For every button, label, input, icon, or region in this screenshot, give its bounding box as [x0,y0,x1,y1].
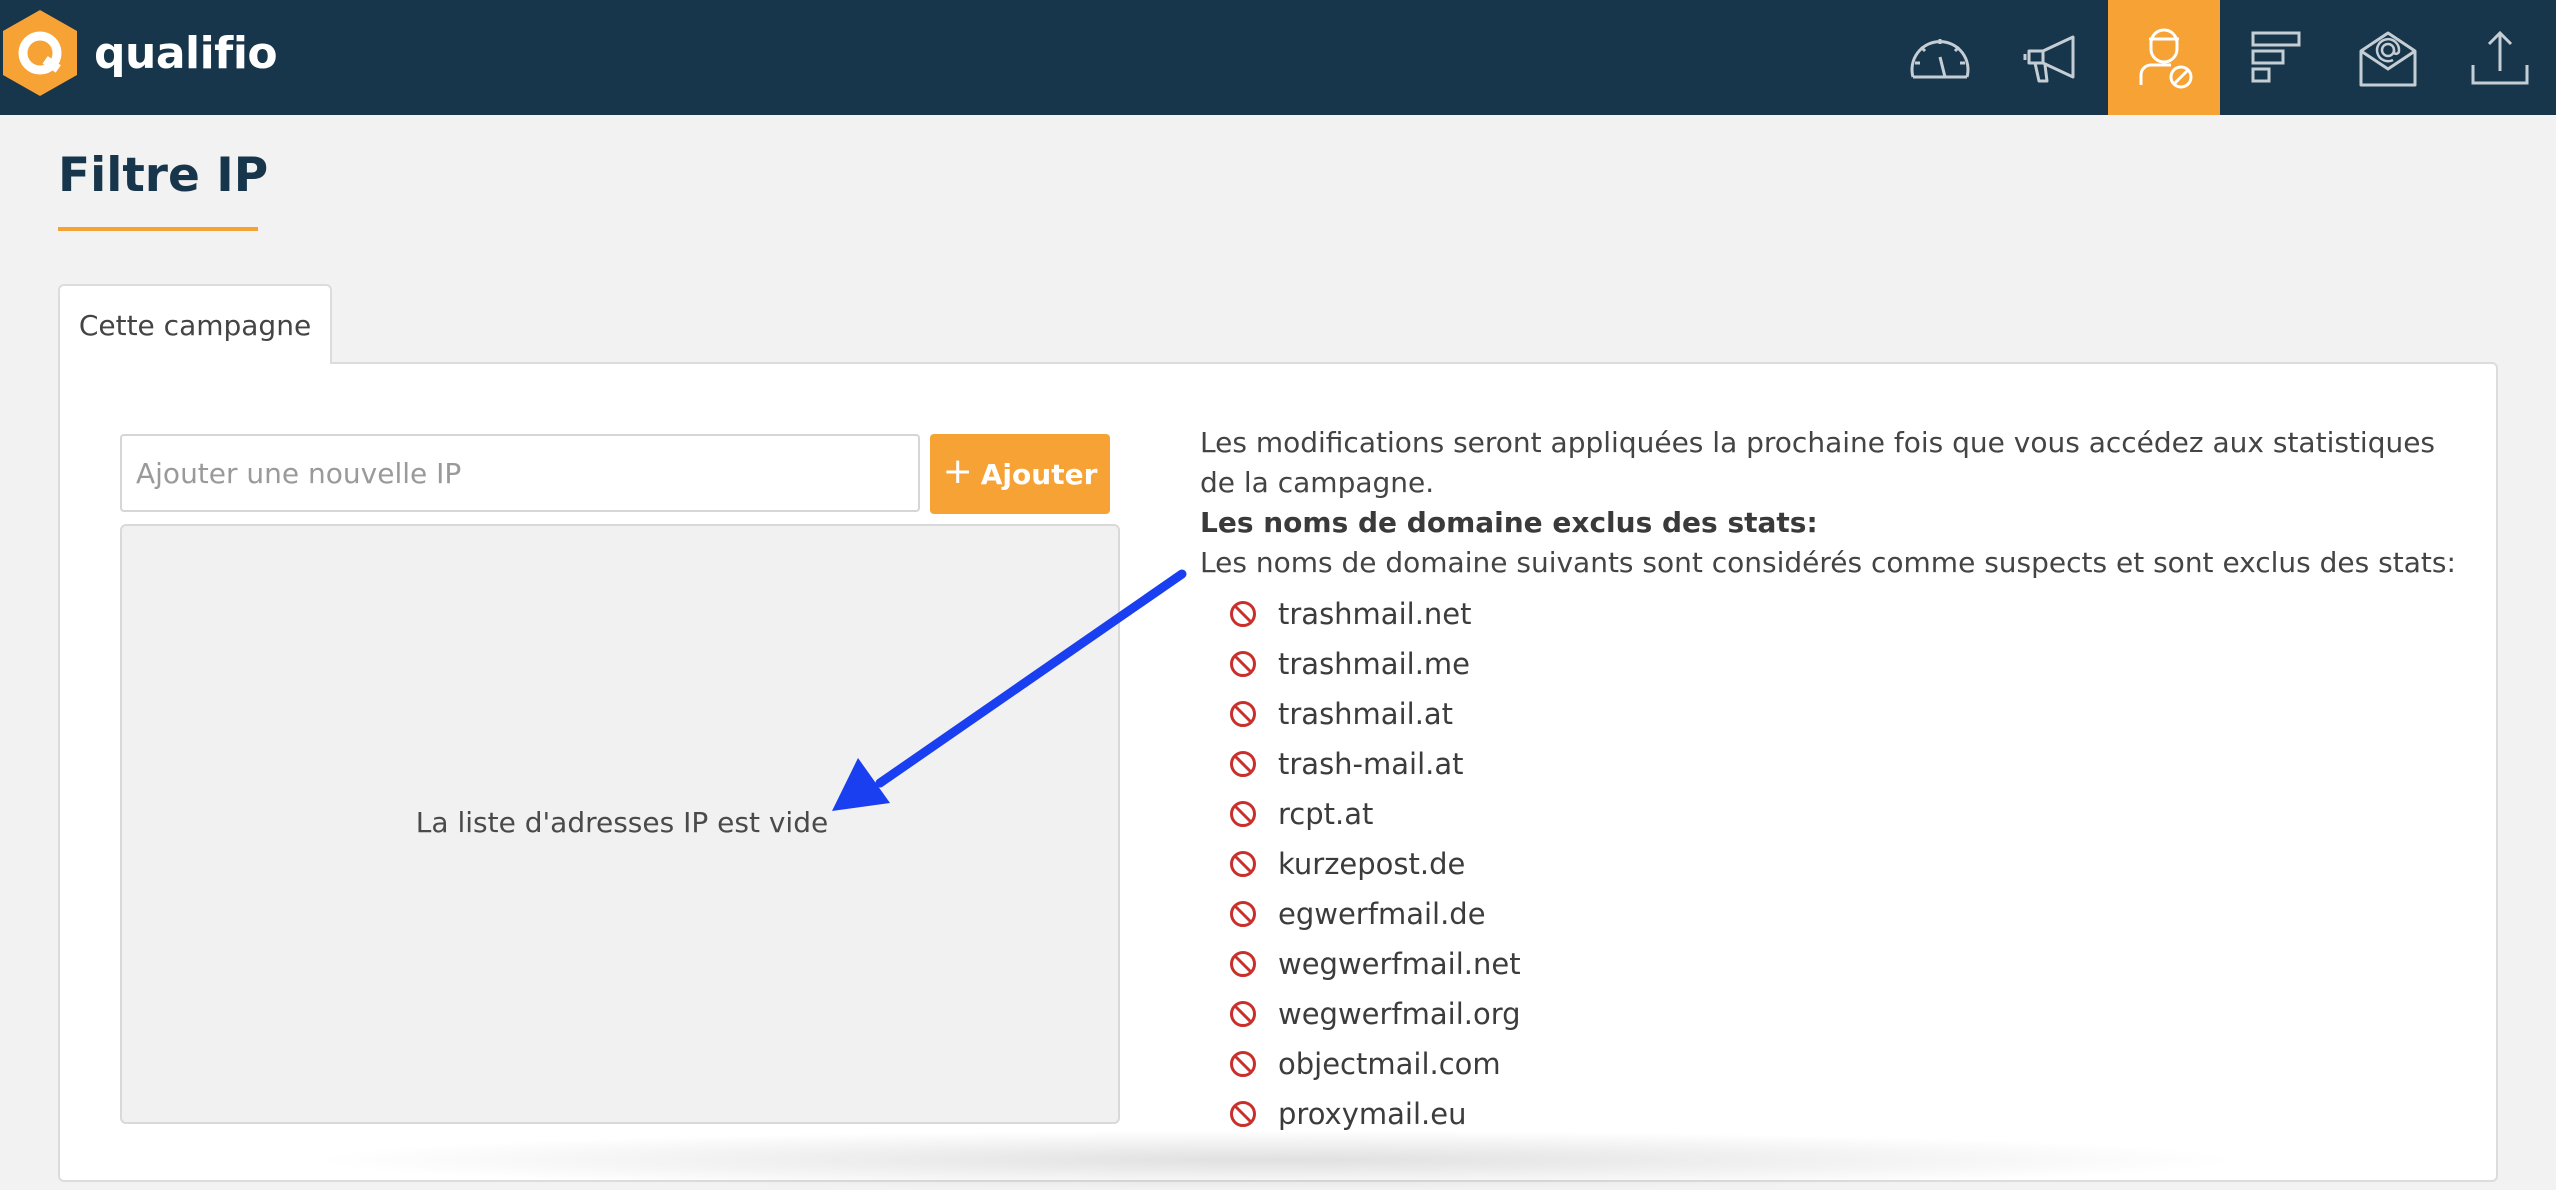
nav-email-button[interactable] [2332,0,2444,115]
excluded-domains-intro: Les noms de domaine suivants sont consid… [1200,546,2456,579]
ban-icon [1230,951,1256,977]
excluded-domain-item: objectmail.com [1200,1039,2460,1089]
excluded-domains-heading: Les noms de domaine exclus des stats: [1200,506,1818,539]
ban-icon [1230,601,1256,627]
ban-icon [1230,851,1256,877]
excluded-domain-item: trashmail.at [1200,689,2460,739]
nav-campaign-button[interactable] [1996,0,2108,115]
add-ip-button-label: Ajouter [980,457,1098,491]
user-blocked-icon [2139,28,2193,88]
nav-export-button[interactable] [2444,0,2556,115]
megaphone-icon [2023,35,2075,82]
excluded-domain-name: egwerfmail.de [1278,897,1486,931]
main-nav [1884,0,2556,115]
ip-list-empty-message: La liste d'adresses IP est vide [415,806,829,839]
ban-icon [1230,1101,1256,1127]
bar-chart-horizontal-icon [2251,31,2301,82]
excluded-domain-item: rcpt.at [1200,789,2460,839]
excluded-domain-name: rcpt.at [1278,797,1374,831]
email-icon [2359,31,2417,86]
excluded-domain-name: proxymail.eu [1278,1097,1467,1131]
excluded-domain-item: trashmail.me [1200,639,2460,689]
excluded-domain-name: kurzepost.de [1278,847,1466,881]
excluded-domain-name: objectmail.com [1278,1047,1501,1081]
excluded-domain-name: trashmail.me [1278,647,1470,681]
ban-icon [1230,1001,1256,1027]
tab-cette-campagne[interactable]: Cette campagne [58,284,332,364]
nav-ip-filter-button[interactable] [2108,0,2220,115]
bottom-shadow [300,1130,2250,1190]
upload-icon [2471,30,2529,84]
excluded-domain-item: wegwerfmail.net [1200,939,2460,989]
ip-list: La liste d'adresses IP est vide [120,524,1120,1124]
info-section: Les modifications seront appliquées la p… [1200,423,2460,1139]
excluded-domain-item: egwerfmail.de [1200,889,2460,939]
add-ip-button[interactable]: + Ajouter [930,434,1110,514]
speedometer-icon [1910,38,1970,78]
excluded-domain-item: trash-mail.at [1200,739,2460,789]
brand-name: qualifio [94,27,278,79]
excluded-domain-name: trash-mail.at [1278,747,1464,781]
plus-icon: + [942,451,973,492]
title-underline [58,227,258,231]
excluded-domain-item: wegwerfmail.org [1200,989,2460,1039]
new-ip-input[interactable] [120,434,920,512]
brand-logo[interactable]: qualifio [0,8,278,98]
excluded-domains-list: trashmail.net trashmail.me trashmail.at tra… [1200,589,2460,1139]
excluded-domain-item: trashmail.net [1200,589,2460,639]
excluded-domain-name: trashmail.at [1278,697,1454,731]
nav-reports-button[interactable] [2220,0,2332,115]
ban-icon [1230,701,1256,727]
excluded-domain-name: wegwerfmail.org [1278,997,1521,1031]
update-notice: Les modifications seront appliquées la p… [1200,426,2436,499]
ban-icon [1230,901,1256,927]
excluded-domain-name: trashmail.net [1278,597,1472,631]
ban-icon [1230,651,1256,677]
nav-statistics-button[interactable] [1884,0,1996,115]
ban-icon [1230,751,1256,777]
ban-icon [1230,801,1256,827]
qualifio-logo-icon [0,8,80,98]
top-navigation-bar: qualifio [0,0,2556,115]
excluded-domain-name: wegwerfmail.net [1278,947,1521,981]
ban-icon [1230,1051,1256,1077]
excluded-domain-item: kurzepost.de [1200,839,2460,889]
page-title: Filtre IP [58,148,269,203]
